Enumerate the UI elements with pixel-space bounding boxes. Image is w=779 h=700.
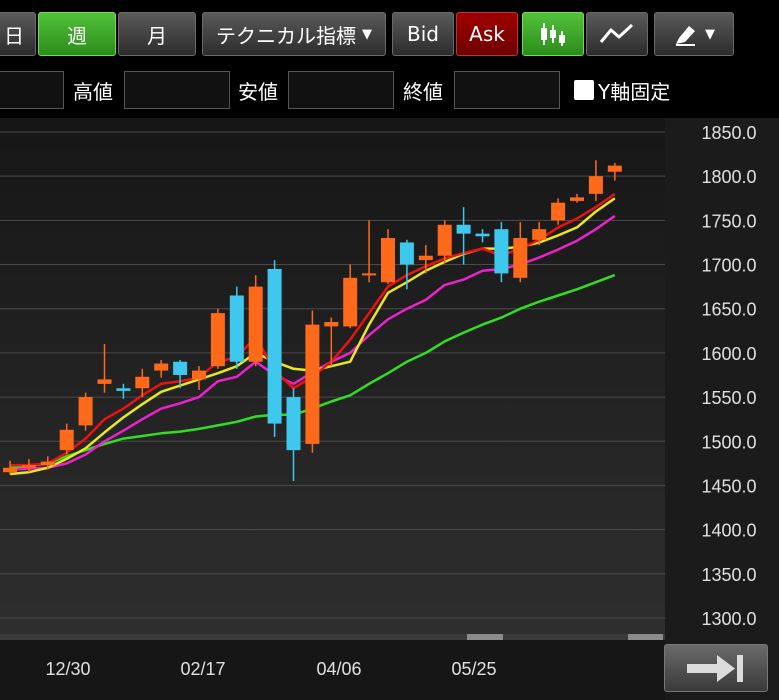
candle-body [532,229,547,240]
low-label: 安値 [238,80,278,104]
period-day-button[interactable]: 日 [0,12,36,56]
close-value-field [454,71,560,109]
candle-body [229,295,244,362]
x-tick-label: 04/06 [316,659,361,679]
jump-to-end-icon [687,655,743,682]
y-tick-label: 1500.0 [701,432,756,452]
chart-scrollbar-track[interactable] [0,634,665,640]
candle-body [59,429,74,451]
candle-body [399,242,414,265]
candle-body [154,363,169,371]
y-axis-labels: 1850.0 1800.0 1750.0 1700.0 1650.0 1600.0 1550… [701,123,756,629]
y-tick-label: 1450.0 [701,476,756,496]
line-chart-icon [599,23,634,43]
chevron-down-icon: ▼ [705,26,715,42]
high-value-field [124,71,230,109]
candle-body [267,268,282,424]
yaxis-fixed-label: Y軸固定 [598,80,671,104]
period-day-label: 日 [4,23,24,48]
ask-button[interactable]: Ask [456,12,518,56]
jump-to-latest-button[interactable] [664,644,768,692]
x-tick-label: 02/17 [180,659,225,679]
chart-toolbar: 日 週 月 テクニカル指標 ▼ Bid Ask ▼ [0,0,779,62]
candle-body [437,224,452,256]
candle-body [286,397,301,451]
y-tick-label: 1800.0 [701,167,756,187]
period-week-button[interactable]: 週 [38,12,116,56]
candle-body [362,273,377,276]
chart-scrollbar-thumb-right[interactable] [628,634,663,640]
y-tick-label: 1550.0 [701,388,756,408]
candle-body [173,361,188,375]
candle-body [78,397,93,426]
y-tick-label: 1700.0 [701,256,756,276]
candle-body [513,238,528,278]
x-tick-label: 05/25 [451,659,496,679]
x-tick-label: 12/30 [45,659,90,679]
candle-body [3,467,17,473]
candle-body [324,321,339,327]
candlestick-chart-button[interactable] [522,12,584,56]
candlestick-icon [541,23,565,46]
chart-scrollbar-thumb-left[interactable] [467,634,503,640]
candle-body [607,165,622,172]
technical-indicator-label: テクニカル指標 [216,23,356,48]
ohlc-bar: 高値 安値 終値 Y軸固定 [0,62,779,118]
candle-body [381,238,395,283]
candle-body [192,370,206,380]
period-month-label: 月 [147,23,167,48]
y-tick-label: 1850.0 [701,123,756,143]
period-week-label: 週 [67,23,87,48]
price-chart[interactable]: 1850.0 1800.0 1750.0 1700.0 1650.0 1600.0 1550… [0,118,779,700]
y-tick-label: 1750.0 [701,211,756,231]
period-month-button[interactable]: 月 [118,12,196,56]
candle-body [21,465,36,468]
y-tick-label: 1350.0 [701,565,756,585]
low-value-field [288,71,394,109]
bid-button[interactable]: Bid [392,12,454,56]
candle-body [494,229,509,274]
close-label: 終値 [403,80,443,104]
y-tick-label: 1400.0 [701,521,756,541]
yaxis-fixed-checkbox[interactable] [574,80,594,100]
drawing-tool-dropdown[interactable]: ▼ [654,12,734,56]
candle-body [551,202,566,221]
candle-body [97,379,112,384]
candle-body [116,388,131,391]
plot-area [0,118,665,634]
candle-body [456,224,471,234]
chevron-down-icon: ▼ [362,26,372,42]
candle-body [210,313,225,367]
technical-indicator-dropdown[interactable]: テクニカル指標 ▼ [202,12,386,56]
candle-body [588,176,603,194]
candle-body [570,197,584,201]
candle-body [40,461,55,466]
line-chart-button[interactable] [586,12,648,56]
candle-body [248,286,263,362]
y-tick-label: 1300.0 [701,609,756,629]
y-tick-label: 1650.0 [701,300,756,320]
candle-body [343,277,358,327]
candle-body [418,255,433,261]
ask-label: Ask [469,22,505,46]
candle-body [475,233,490,237]
bid-label: Bid [407,22,439,46]
open-value-field [0,71,64,109]
candle-body [135,376,150,389]
high-label: 高値 [73,80,113,104]
candle-body [305,324,320,444]
y-tick-label: 1600.0 [701,344,756,364]
drawing-tool-icon [676,26,695,46]
